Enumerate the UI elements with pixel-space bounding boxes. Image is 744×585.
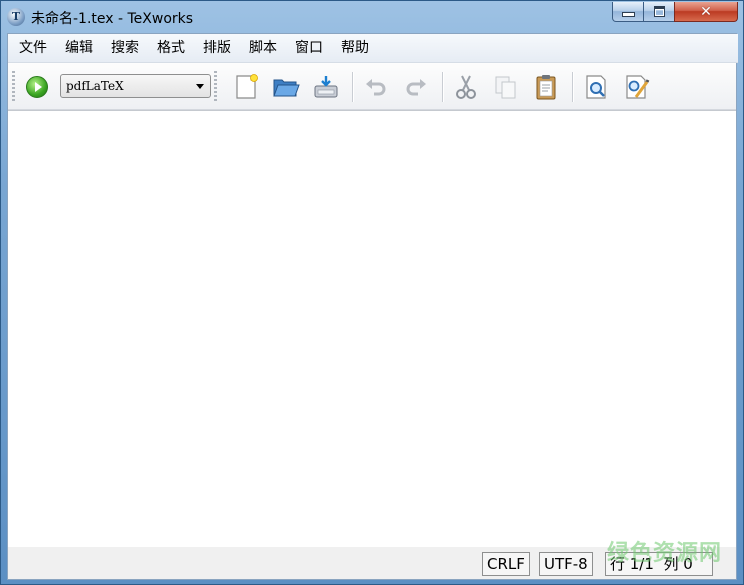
redo-icon[interactable] [402, 73, 430, 101]
watermark: 绿色资源网 [607, 541, 723, 566]
find-icon[interactable] [582, 73, 610, 101]
maximize-button[interactable] [643, 2, 675, 22]
toolbar: pdfLaTeX [8, 63, 736, 110]
menu-search[interactable]: 搜索 [102, 34, 148, 62]
menu-format[interactable]: 格式 [148, 34, 194, 62]
minimize-button[interactable] [612, 2, 644, 22]
close-button[interactable]: ✕ [674, 2, 738, 22]
close-icon: ✕ [700, 3, 712, 20]
texworks-app-icon[interactable]: T [7, 8, 25, 26]
copy-icon[interactable] [492, 73, 520, 101]
typeset-engine-select[interactable]: pdfLaTeX [60, 74, 211, 98]
cut-icon[interactable] [452, 73, 480, 101]
encoding-indicator[interactable]: UTF-8 [539, 552, 593, 576]
toolbar-separator [572, 72, 573, 102]
menu-typeset[interactable]: 排版 [194, 34, 240, 62]
menu-scripts[interactable]: 脚本 [240, 34, 286, 62]
maximize-icon [653, 6, 665, 17]
paste-icon[interactable] [532, 73, 560, 101]
window-title: 未命名-1.tex - TeXworks [31, 11, 194, 27]
chevron-down-icon [196, 84, 204, 89]
application-window: T 未命名-1.tex - TeXworks ✕ 文件 编辑 搜索 格式 排版 … [0, 0, 744, 585]
open-folder-icon[interactable] [272, 73, 300, 101]
typeset-engine-value: pdfLaTeX [66, 79, 124, 93]
line-ending-indicator[interactable]: CRLF [482, 552, 530, 576]
menu-help[interactable]: 帮助 [332, 34, 378, 62]
client-area: 文件 编辑 搜索 格式 排版 脚本 窗口 帮助 pdfLaTeX CRLF UT… [7, 33, 738, 580]
toolbar-separator [442, 72, 443, 102]
title-bar[interactable]: T 未命名-1.tex - TeXworks ✕ [1, 1, 743, 33]
undo-icon[interactable] [362, 73, 390, 101]
minimize-icon [621, 12, 635, 17]
replace-icon[interactable] [622, 73, 650, 101]
typeset-run-button[interactable] [26, 76, 48, 98]
text-editor[interactable] [8, 110, 736, 548]
toolbar-separator [352, 72, 353, 102]
menu-bar: 文件 编辑 搜索 格式 排版 脚本 窗口 帮助 [8, 34, 738, 63]
new-document-icon[interactable] [232, 73, 260, 101]
menu-file[interactable]: 文件 [10, 34, 56, 62]
menu-edit[interactable]: 编辑 [56, 34, 102, 62]
toolbar-grip-handle[interactable] [12, 71, 15, 101]
menu-window[interactable]: 窗口 [286, 34, 332, 62]
toolbar-grip-handle-2[interactable] [214, 71, 217, 101]
save-icon[interactable] [312, 73, 340, 101]
